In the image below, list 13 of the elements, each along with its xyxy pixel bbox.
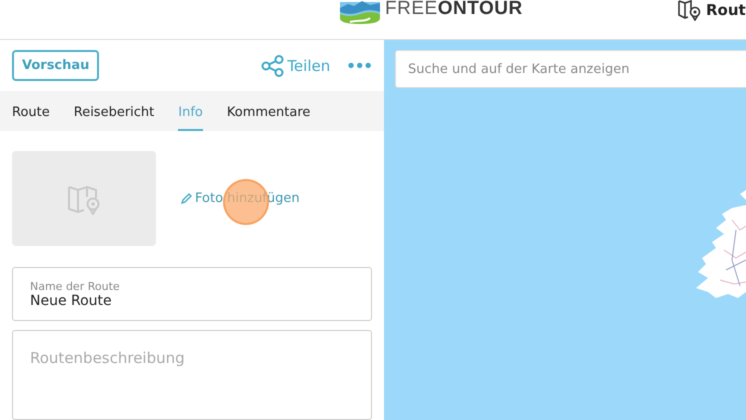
logo-text: FREEONTOUR (385, 0, 523, 18)
description-field[interactable]: Routenbeschreibung (12, 330, 372, 420)
tab[interactable]: Route (12, 91, 50, 131)
share-icon (261, 54, 286, 77)
nav-link[interactable]: Rout (677, 0, 746, 20)
logo-icon (340, 0, 380, 24)
field-label: Name der Route (30, 280, 121, 292)
tab[interactable]: Kommentare (226, 91, 310, 131)
search-field[interactable]: Suche und auf der Karte anzeigen (395, 50, 746, 88)
pencil-icon (180, 192, 192, 204)
map-pin-icon (677, 0, 703, 21)
tab[interactable]: Reisebericht (74, 91, 154, 131)
route-name-field[interactable]: Neue Route (30, 292, 330, 308)
